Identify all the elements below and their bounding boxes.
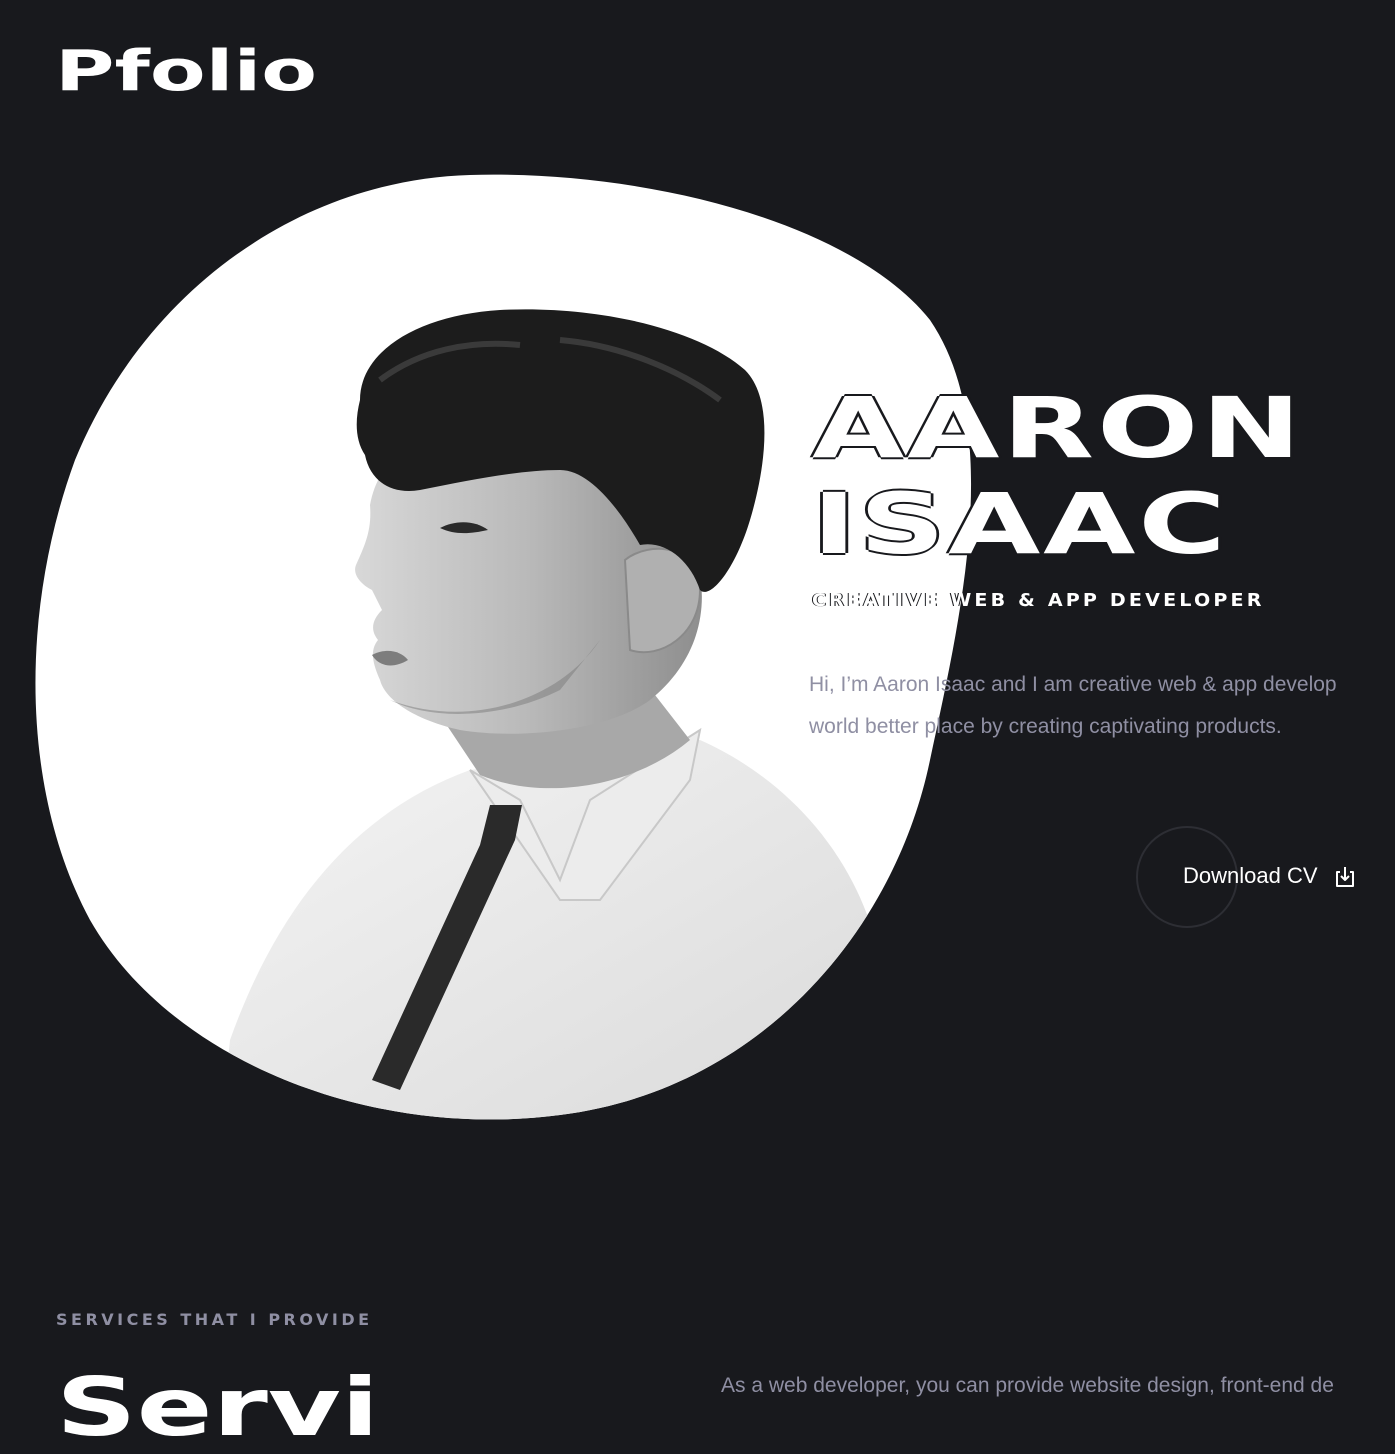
hero-intro-line-2: world better place by creating captivati… bbox=[809, 715, 1282, 738]
download-icon bbox=[1336, 867, 1354, 887]
hero-first-name: AARON bbox=[812, 379, 1304, 477]
services-title: Servi bbox=[56, 1361, 380, 1454]
hero-last-name: ISAAC bbox=[812, 475, 1229, 573]
hero-name: AARON ISAAC bbox=[812, 380, 1395, 572]
hero-intro: Hi, I’m Aaron Isaac and I am creative we… bbox=[809, 664, 1395, 748]
download-cv-button[interactable]: Download CV bbox=[1136, 826, 1376, 930]
hero-intro-line-1: Hi, I’m Aaron Isaac and I am creative we… bbox=[809, 673, 1337, 696]
hero-role: CREATIVE WEB & APP DEVELOPER bbox=[812, 590, 1265, 611]
services-description: As a web developer, you can provide webs… bbox=[721, 1374, 1334, 1397]
download-cv-label: Download CV bbox=[1183, 863, 1318, 888]
services-kicker: SERVICES THAT I PROVIDE bbox=[56, 1310, 373, 1329]
